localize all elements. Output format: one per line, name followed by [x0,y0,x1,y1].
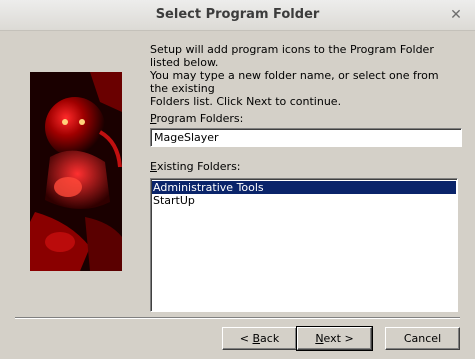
list-item-administrative-tools[interactable]: Administrative Tools [152,181,456,194]
title-bar[interactable]: Select Program Folder ✕ [0,0,475,31]
instructions-text: Setup will add program icons to the Prog… [150,43,439,108]
existing-folders-list[interactable]: Administrative Tools StartUp [150,178,458,312]
program-folder-input[interactable] [150,128,462,147]
wizard-side-image [30,72,122,271]
close-icon[interactable]: ✕ [448,7,464,23]
back-button[interactable]: < Back [222,327,297,350]
list-item-startup[interactable]: StartUp [152,194,456,207]
window-title: Select Program Folder [155,7,320,22]
next-button[interactable]: Next > [296,326,373,351]
existing-folders-label: Existing Folders: [150,160,241,173]
cancel-button[interactable]: Cancel [385,327,460,350]
button-separator [15,317,460,319]
program-folders-label: Program Folders: [150,112,244,125]
